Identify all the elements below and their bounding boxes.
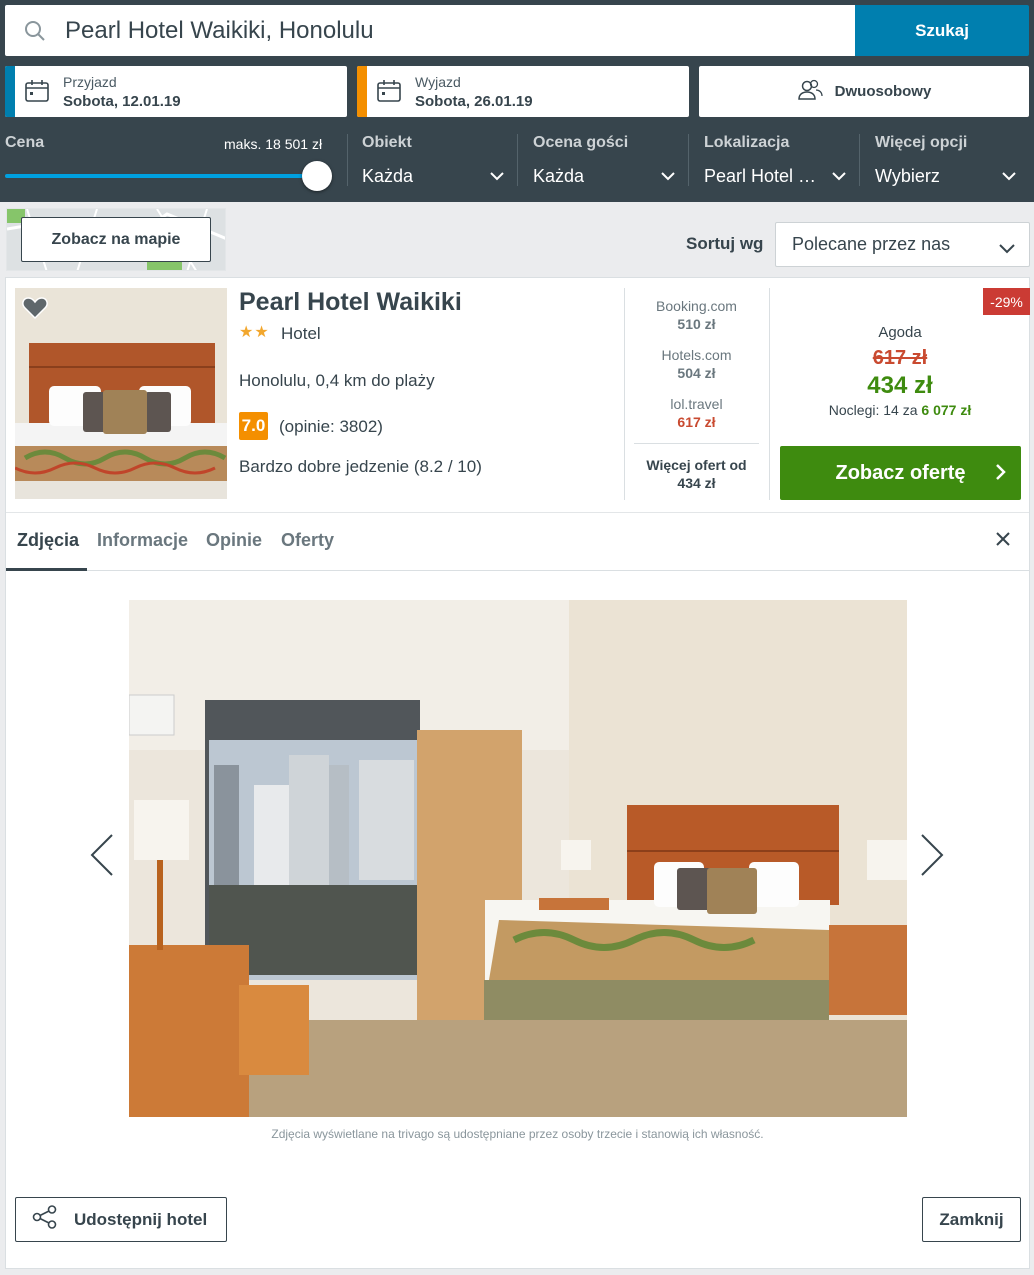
discount-badge: -29%	[983, 288, 1030, 315]
filter-label: Lokalizacja	[704, 134, 790, 151]
price-max-value: maks. 18 501 zł	[224, 136, 323, 152]
main-deal-old-price: 617 zł	[872, 347, 928, 369]
hotel-photo	[129, 600, 907, 1117]
photo-caption: Zdjęcia wyświetlane na trivago są udostę…	[271, 1127, 764, 1141]
divider	[624, 288, 625, 500]
checkin-field[interactable]: Przyjazd Sobota, 12.01.19	[5, 66, 347, 117]
filter-divider	[347, 134, 348, 186]
tab-reviews[interactable]: Opinie	[206, 530, 262, 551]
nights-prefix: Noclegi: 14 za	[828, 402, 922, 418]
room-type-label: Dwuosobowy	[834, 83, 932, 100]
calendar-icon	[25, 80, 49, 107]
tab-info[interactable]: Informacje	[97, 530, 188, 551]
filter-divider	[517, 134, 518, 186]
rating-highlight: Bardzo dobre jedzenie (8.2 / 10)	[239, 457, 482, 476]
tab-photos[interactable]: Zdjęcia	[17, 530, 79, 551]
provider-price: 617 zł	[677, 414, 716, 430]
nights-total-price: 6 077 zł	[921, 402, 972, 418]
checkout-color-bar	[357, 66, 367, 117]
more-deals-price: 434 zł	[677, 475, 716, 491]
chevron-down-icon	[1002, 168, 1016, 186]
close-icon[interactable]	[995, 531, 1011, 552]
review-count[interactable]: (opinie: 3802)	[279, 417, 383, 437]
main-deal-provider: Agoda	[878, 324, 922, 341]
more-deals-label: Więcej ofert od	[646, 457, 747, 473]
view-on-map-button[interactable]: Zobacz na mapie	[21, 217, 211, 262]
arrow-left-icon[interactable]	[90, 833, 114, 882]
filter-value: Każda	[533, 166, 585, 186]
alt-deal-item[interactable]: Hotels.com 504 zł	[634, 347, 759, 396]
share-hotel-button[interactable]: Udostępnij hotel	[15, 1197, 227, 1242]
detail-tabs: Zdjęcia Informacje Opinie Oferty	[6, 513, 1029, 571]
price-slider-handle[interactable]	[302, 161, 332, 191]
nights-total: Noclegi: 14 za 6 077 zł	[779, 402, 1021, 418]
hotel-type: Hotel	[281, 324, 321, 343]
main-deal: Agoda 617 zł 434 zł Noclegi: 14 za 6 077…	[779, 324, 1021, 418]
heart-icon[interactable]	[22, 296, 48, 325]
search-input[interactable]: Pearl Hotel Waikiki, Honolulu	[5, 5, 855, 56]
hotel-name[interactable]: Pearl Hotel Waikiki	[239, 288, 462, 317]
alt-deal-item[interactable]: Booking.com 510 zł	[634, 298, 759, 347]
search-button[interactable]: Szukaj	[855, 5, 1029, 56]
provider-price: 504 zł	[677, 365, 716, 381]
provider-name: Hotels.com	[661, 347, 732, 363]
chevron-right-icon	[995, 463, 1007, 487]
provider-name: lol.travel	[670, 396, 723, 412]
checkin-value: Sobota, 12.01.19	[63, 93, 181, 110]
rating-badge: 7.0	[239, 412, 268, 440]
filter-label: Ocena gości	[533, 134, 629, 151]
search-icon	[5, 20, 65, 42]
calendar-icon	[377, 80, 401, 107]
filter-label: Więcej opcji	[875, 134, 968, 151]
room-type-selector[interactable]: Dwuosobowy	[699, 66, 1029, 117]
checkout-label: Wyjazd	[415, 74, 461, 90]
checkout-value: Sobota, 26.01.19	[415, 93, 533, 110]
chevron-down-icon	[999, 238, 1015, 259]
close-button[interactable]: Zamknij	[922, 1197, 1021, 1242]
view-deal-label: Zobacz ofertę	[835, 461, 966, 484]
share-label: Udostępnij hotel	[74, 1209, 208, 1229]
users-icon	[797, 79, 823, 105]
alternative-deals: Booking.com 510 zł Hotels.com 504 zł lol…	[634, 298, 759, 445]
hotel-location[interactable]: Honolulu, 0,4 km do plaży	[239, 371, 435, 391]
hotel-card: Pearl Hotel Waikiki ★★ Hotel Honolulu, 0…	[5, 277, 1030, 1269]
share-icon	[32, 1205, 58, 1234]
sort-value: Polecane przez nas	[792, 234, 951, 254]
provider-name: Booking.com	[656, 298, 737, 314]
filter-value: Każda	[362, 166, 414, 186]
filter-guest-rating[interactable]: Ocena gości Każda	[533, 134, 675, 188]
filter-divider	[688, 134, 689, 186]
filter-value: Wybierz	[875, 166, 940, 186]
chevron-down-icon	[490, 168, 504, 186]
divider	[769, 288, 770, 500]
search-header: Pearl Hotel Waikiki, Honolulu Szukaj Prz…	[0, 0, 1034, 202]
filter-more-options[interactable]: Więcej opcji Wybierz	[875, 134, 1016, 188]
main-deal-price: 434 zł	[867, 372, 933, 399]
sort-label: Sortuj wg	[686, 234, 764, 253]
filter-divider	[859, 134, 860, 186]
arrow-right-icon[interactable]	[920, 833, 944, 882]
filter-property-type[interactable]: Obiekt Każda	[362, 134, 504, 188]
filter-value: Pearl Hotel …	[704, 166, 817, 186]
provider-price: 510 zł	[677, 316, 716, 332]
chevron-down-icon	[832, 168, 846, 186]
sort-select[interactable]: Polecane przez nas	[775, 222, 1030, 267]
chevron-down-icon	[661, 168, 675, 186]
search-value: Pearl Hotel Waikiki, Honolulu	[65, 16, 374, 44]
checkout-field[interactable]: Wyjazd Sobota, 26.01.19	[357, 66, 689, 117]
checkin-label: Przyjazd	[63, 74, 117, 90]
filter-label: Obiekt	[362, 134, 412, 151]
checkin-color-bar	[5, 66, 15, 117]
filter-location[interactable]: Lokalizacja Pearl Hotel …	[704, 134, 846, 188]
alt-deal-item[interactable]: lol.travel 617 zł	[634, 396, 759, 445]
view-deal-button[interactable]: Zobacz ofertę	[780, 446, 1021, 500]
more-deals-link[interactable]: Więcej ofert od 434 zł	[634, 443, 759, 492]
price-slider-track[interactable]	[5, 174, 317, 178]
active-tab-indicator	[6, 568, 87, 571]
tab-deals[interactable]: Oferty	[281, 530, 334, 551]
star-rating: ★★	[239, 324, 270, 341]
